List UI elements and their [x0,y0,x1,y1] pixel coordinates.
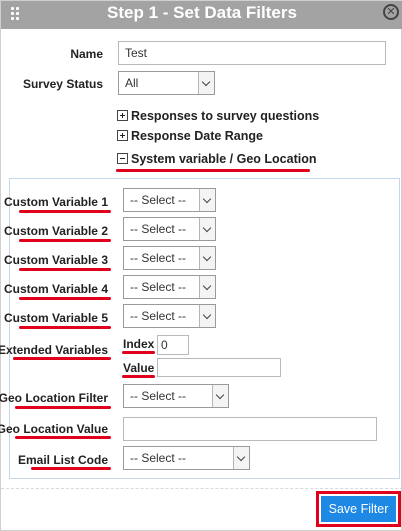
highlight-underline [19,326,111,329]
index-label: Index : [123,337,162,351]
chevron-down-icon [199,218,215,240]
section-system-geo[interactable]: System variable / Geo Location [117,152,316,166]
name-label: Name [70,47,103,61]
custom-variable-5-label: Custom Variable 5 [3,311,108,325]
index-input[interactable] [157,335,189,355]
custom-variable-3-label: Custom Variable 3 [3,253,108,267]
custom-variable-2-select[interactable]: -- Select -- [123,217,216,241]
geo-location-filter-value: -- Select -- [130,389,187,403]
custom-variable-2-value: -- Select -- [130,222,187,236]
custom-variable-3-select[interactable]: -- Select -- [123,246,216,270]
chevron-down-icon [198,72,214,94]
highlight-underline [13,357,111,360]
custom-variable-4-label: Custom Variable 4 [3,282,108,296]
highlight-underline [116,169,310,172]
section-responses-label: Responses to survey questions [131,109,320,123]
highlight-underline [19,297,111,300]
section-date-range[interactable]: Response Date Range [117,129,263,143]
custom-variable-4-select[interactable]: -- Select -- [123,275,216,299]
chevron-down-icon [199,189,215,211]
collapse-icon [117,153,128,164]
chevron-down-icon [199,305,215,327]
survey-status-value: All [125,76,139,90]
survey-status-select[interactable]: All [118,71,215,95]
value-input[interactable] [157,358,281,377]
dialog-titlebar[interactable]: Step 1 - Set Data Filters ✕ [1,1,402,29]
custom-variable-1-label: Custom Variable 1 [3,195,108,209]
highlight-underline [19,210,111,213]
custom-variable-4-value: -- Select -- [130,280,187,294]
close-icon[interactable]: ✕ [383,4,399,20]
custom-variable-1-select[interactable]: -- Select -- [123,188,216,212]
section-responses[interactable]: Responses to survey questions [117,109,319,123]
value-label: Value : [123,361,162,375]
email-list-code-label: Email List Code [17,453,108,467]
highlight-underline [19,239,111,242]
survey-status-label: Survey Status [22,77,103,91]
geo-location-value-input[interactable] [123,417,377,441]
email-list-code-value: -- Select -- [130,451,187,465]
custom-variable-1-value: -- Select -- [130,193,187,207]
footer-divider [1,488,402,489]
dialog-title: Step 1 - Set Data Filters [107,3,297,22]
expand-icon [117,130,128,141]
geo-location-filter-label: Geo Location Filter [0,391,108,405]
highlight-underline [15,406,111,409]
email-list-code-select[interactable]: -- Select -- [123,446,250,470]
geo-location-filter-select[interactable]: -- Select -- [123,384,229,408]
section-system-geo-label: System variable / Geo Location [131,152,317,166]
highlight-underline [15,436,111,439]
highlight-underline [19,268,111,271]
extended-variables-label: Extended Variables [0,343,108,357]
geo-location-value-label: Geo Location Value [0,422,108,436]
chevron-down-icon [233,447,249,469]
save-filter-button[interactable]: Save Filter [321,496,396,522]
chevron-down-icon [199,247,215,269]
chevron-down-icon [212,385,228,407]
highlight-underline [122,375,155,378]
highlight-underline [31,467,111,470]
custom-variable-5-select[interactable]: -- Select -- [123,304,216,328]
custom-variable-5-value: -- Select -- [130,309,187,323]
section-date-range-label: Response Date Range [131,129,263,143]
expand-icon [117,110,128,121]
custom-variable-2-label: Custom Variable 2 [3,224,108,238]
chevron-down-icon [199,276,215,298]
custom-variable-3-value: -- Select -- [130,251,187,265]
save-filter-highlight: Save Filter [316,491,401,527]
data-filters-dialog: Step 1 - Set Data Filters ✕ Name Survey … [0,0,402,531]
name-input[interactable] [118,41,386,65]
highlight-underline [122,351,155,354]
